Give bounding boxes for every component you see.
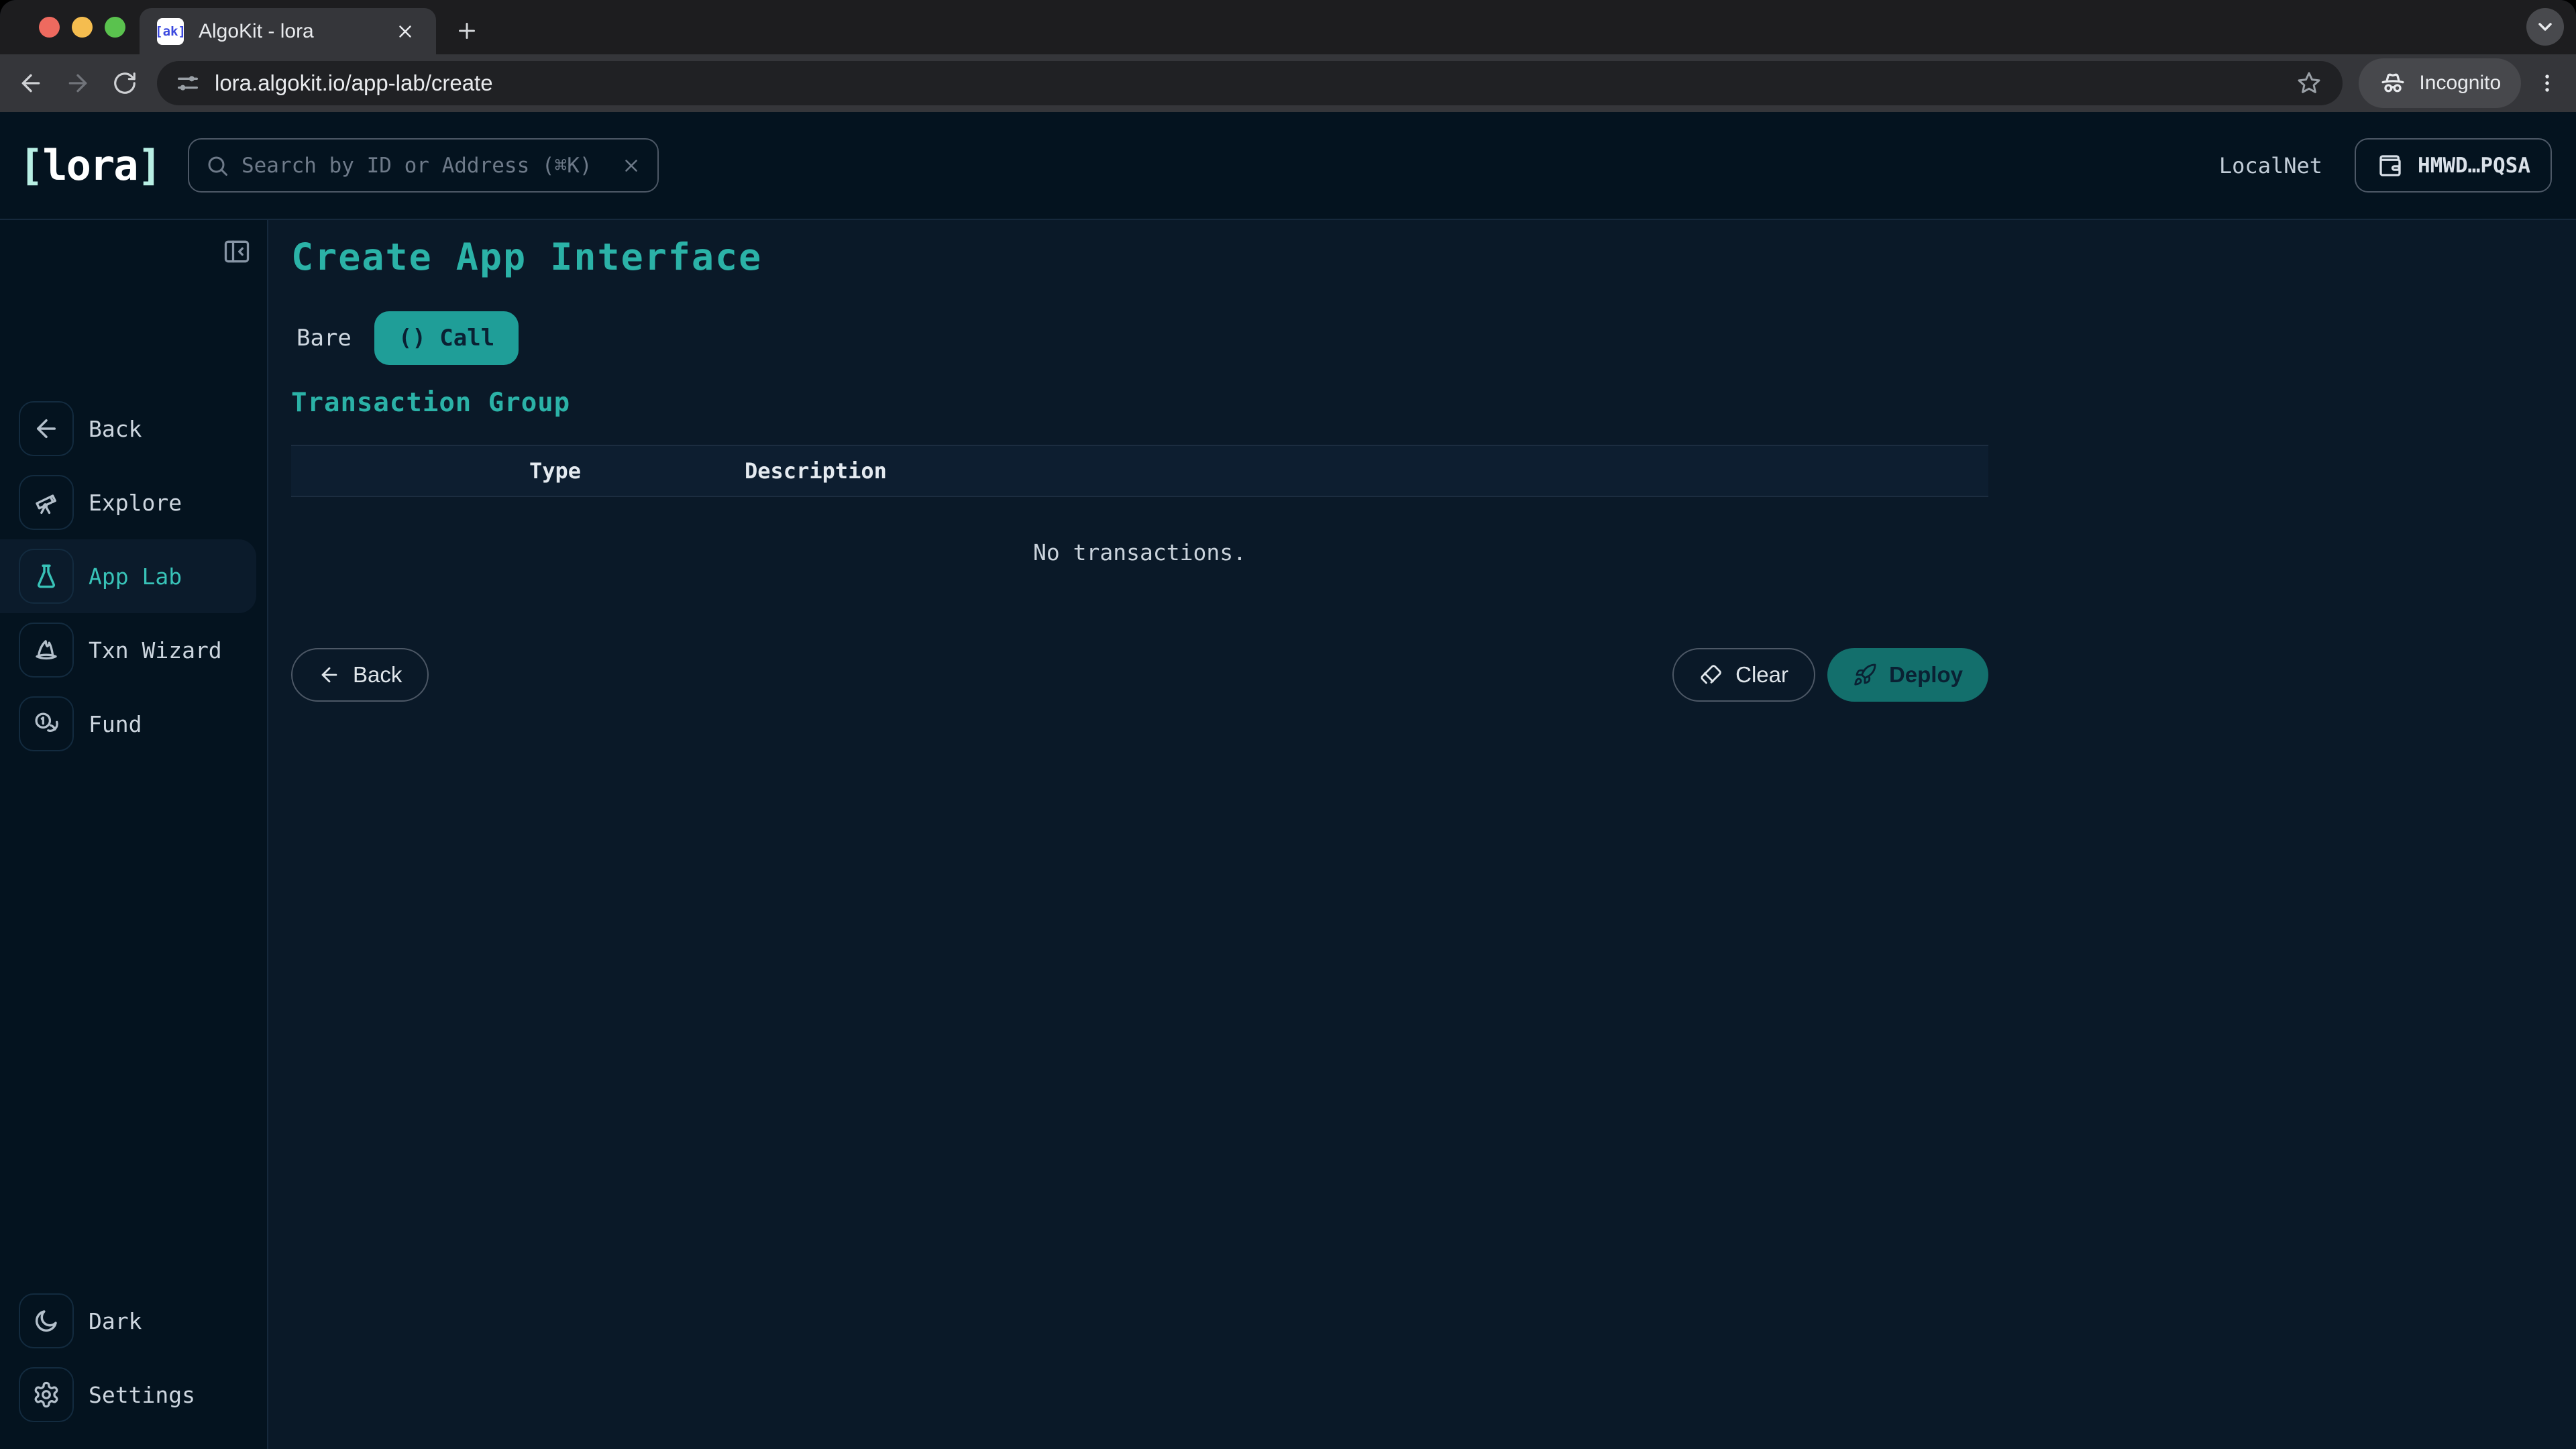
deploy-button[interactable]: Deploy: [1827, 648, 1988, 702]
flask-icon: [19, 549, 74, 604]
header-right: LocalNet HMWD…PQSA: [2219, 138, 2552, 193]
browser-toolbar: lora.algokit.io/app-lab/create Incognito: [0, 54, 2576, 112]
sidebar-item-label: Back: [89, 416, 142, 442]
arrow-left-icon: [17, 70, 44, 97]
sidebar-item-fund[interactable]: Fund: [0, 687, 256, 761]
incognito-label: Incognito: [2419, 72, 2501, 95]
url-text: lora.algokit.io/app-lab/create: [215, 70, 2293, 96]
sidebar-item-label: Txn Wizard: [89, 637, 222, 663]
sidebar-item-txn-wizard[interactable]: Txn Wizard: [0, 613, 256, 687]
search-input[interactable]: [241, 154, 609, 178]
logo-bracket-close: ]: [138, 141, 161, 190]
sidebar-item-back[interactable]: Back: [0, 392, 256, 466]
macos-close-button[interactable]: [39, 17, 60, 38]
wallet-address: HMWD…PQSA: [2418, 154, 2530, 178]
create-mode-tabs: Bare () Call: [291, 311, 519, 365]
favicon: [ak]: [157, 18, 184, 45]
clear-button[interactable]: Clear: [1672, 648, 1815, 702]
coins-icon: [19, 696, 74, 751]
arrow-left-icon: [318, 663, 341, 686]
back-button-label: Back: [353, 662, 402, 688]
deploy-button-label: Deploy: [1889, 662, 1963, 688]
macos-minimize-button[interactable]: [72, 17, 93, 38]
table-header-description: Description: [745, 458, 887, 484]
transaction-group-heading: Transaction Group: [291, 388, 570, 418]
sidebar-item-label: Fund: [89, 711, 142, 737]
logo-bracket-open: [: [19, 141, 42, 190]
site-info-icon: [174, 70, 201, 97]
gear-icon: [19, 1367, 74, 1422]
back-button[interactable]: Back: [291, 648, 429, 702]
tab-title: AlgoKit - lora: [199, 20, 377, 43]
sidebar-item-label: Settings: [89, 1382, 195, 1408]
sidebar-item-label: App Lab: [89, 564, 182, 590]
browser-back-button[interactable]: [12, 64, 50, 102]
global-search[interactable]: [188, 138, 659, 193]
table-empty-message: No transactions.: [291, 497, 1988, 608]
browser-tab-strip: [ak] AlgoKit - lora: [0, 0, 2576, 54]
browser-window: [ak] AlgoKit - lora lora.algokit.io/app-…: [0, 0, 2576, 1449]
sidebar-nav: Back Explore App Lab: [0, 392, 267, 761]
browser-reload-button[interactable]: [106, 64, 144, 102]
incognito-badge: Incognito: [2359, 58, 2521, 108]
new-tab-button[interactable]: [451, 15, 483, 47]
bookmark-star-icon[interactable]: [2293, 67, 2325, 99]
lora-app: [lora] LocalNet HMWD…PQSA: [0, 112, 2576, 1449]
sidebar-item-app-lab[interactable]: App Lab: [0, 539, 256, 613]
reload-icon: [112, 70, 138, 96]
sidebar-collapse-button[interactable]: [220, 235, 254, 268]
sidebar-item-label: Dark: [89, 1308, 142, 1334]
arrow-left-icon: [19, 401, 74, 456]
app-header: [lora] LocalNet HMWD…PQSA: [0, 112, 2576, 220]
tab-close-icon[interactable]: [392, 18, 419, 45]
url-bar[interactable]: lora.algokit.io/app-lab/create: [157, 61, 2343, 105]
page-title: Create App Interface: [291, 235, 762, 278]
browser-menu-button[interactable]: [2530, 66, 2564, 100]
chevron-down-icon: [2534, 16, 2556, 38]
moon-icon: [19, 1293, 74, 1348]
main-content: Create App Interface Bare () Call Transa…: [270, 220, 2576, 1449]
tab-search-button[interactable]: [2526, 8, 2564, 46]
sidebar-item-label: Explore: [89, 490, 182, 516]
wizard-hat-icon: [19, 623, 74, 678]
sidebar: Back Explore App Lab: [0, 220, 268, 1449]
wallet-icon: [2376, 152, 2404, 180]
arrow-right-icon: [64, 70, 91, 97]
logo-name: lora: [42, 141, 137, 190]
incognito-icon: [2379, 69, 2407, 97]
sidebar-item-theme-dark[interactable]: Dark: [0, 1284, 256, 1358]
sidebar-item-explore[interactable]: Explore: [0, 466, 256, 539]
kebab-menu-icon: [2536, 72, 2559, 95]
sidebar-footer: Dark Settings: [0, 1284, 267, 1432]
tab-bare[interactable]: Bare: [291, 325, 352, 352]
form-actions: Back Clear Deploy: [291, 648, 1988, 702]
clear-search-icon[interactable]: [621, 156, 641, 176]
search-icon: [205, 154, 229, 178]
network-label: LocalNet: [2219, 153, 2322, 178]
lora-logo[interactable]: [lora]: [19, 141, 161, 190]
sidebar-item-settings[interactable]: Settings: [0, 1358, 256, 1432]
transaction-table: Type Description No transactions.: [291, 445, 1988, 608]
panel-collapse-icon: [222, 237, 252, 266]
rocket-icon: [1853, 663, 1877, 687]
tab-call[interactable]: () Call: [374, 311, 519, 365]
macos-zoom-button[interactable]: [105, 17, 125, 38]
eraser-icon: [1699, 663, 1723, 687]
browser-forward-button[interactable]: [59, 64, 97, 102]
wallet-button[interactable]: HMWD…PQSA: [2355, 138, 2552, 193]
table-header-row: Type Description: [291, 445, 1988, 497]
clear-button-label: Clear: [1735, 662, 1788, 688]
telescope-icon: [19, 475, 74, 530]
browser-tab[interactable]: [ak] AlgoKit - lora: [140, 8, 436, 54]
table-header-type: Type: [529, 458, 745, 484]
